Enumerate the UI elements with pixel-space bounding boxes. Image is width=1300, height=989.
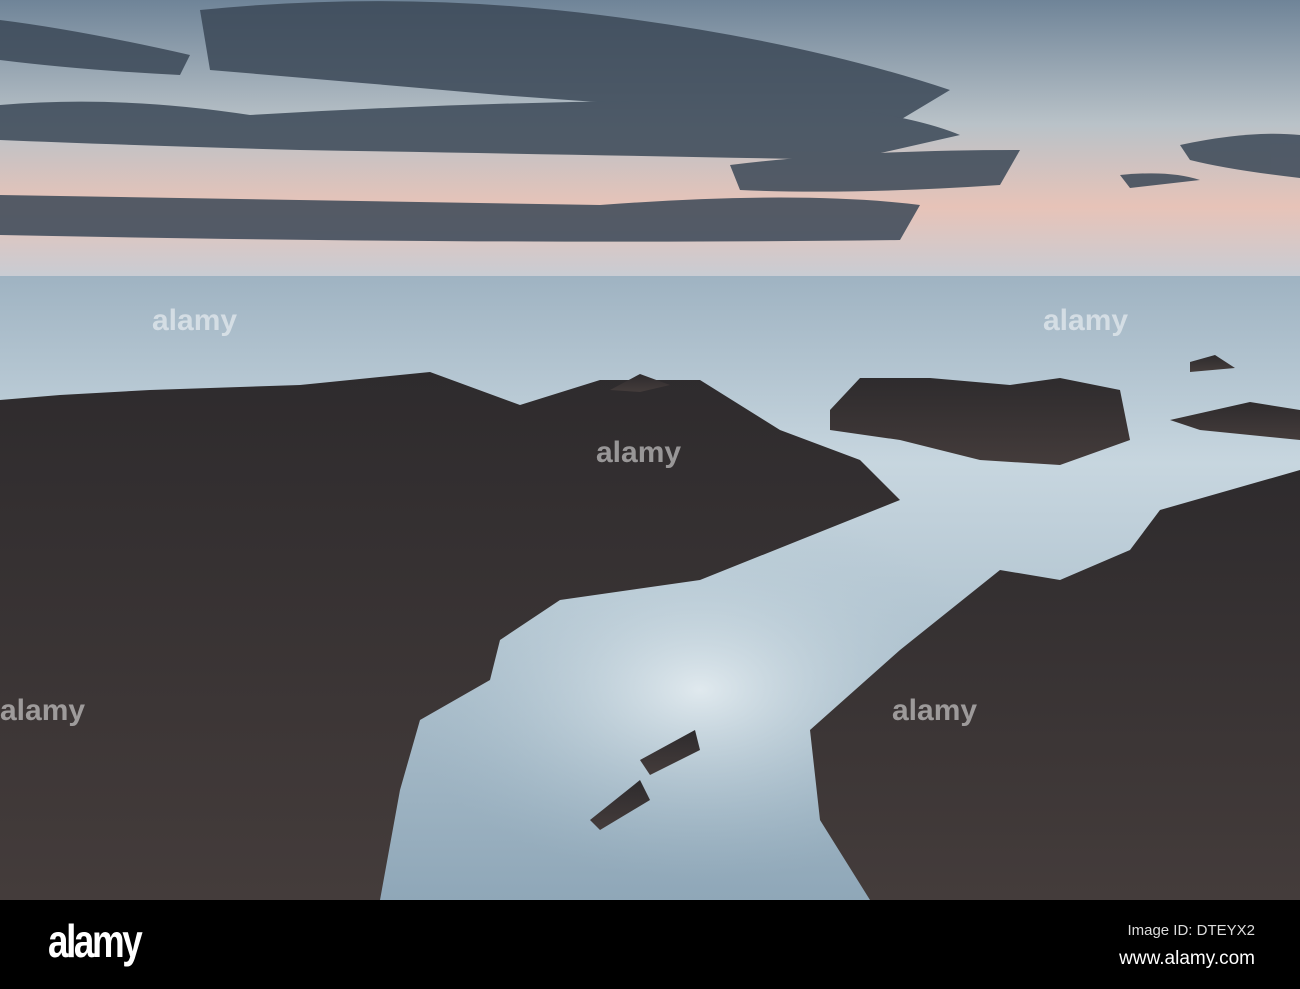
svg-text:alamy: alamy	[0, 694, 85, 727]
footer-bar: alamy Image ID: DTEYX2 www.alamy.com	[0, 900, 1300, 989]
site-url: www.alamy.com	[1119, 948, 1255, 969]
svg-text:alamy: alamy	[596, 436, 681, 469]
seascape-illustration: alamy alamy alamy alamy alamy	[0, 0, 1300, 900]
svg-text:alamy: alamy	[1043, 304, 1128, 337]
stock-photo-frame: alamy alamy alamy alamy alamy alamy Imag…	[0, 0, 1300, 989]
svg-text:alamy: alamy	[152, 304, 237, 337]
seascape-photo: alamy alamy alamy alamy alamy	[0, 0, 1300, 900]
svg-text:alamy: alamy	[892, 694, 977, 727]
alamy-logo: alamy	[48, 915, 143, 967]
image-id: Image ID: DTEYX2	[1127, 922, 1255, 939]
